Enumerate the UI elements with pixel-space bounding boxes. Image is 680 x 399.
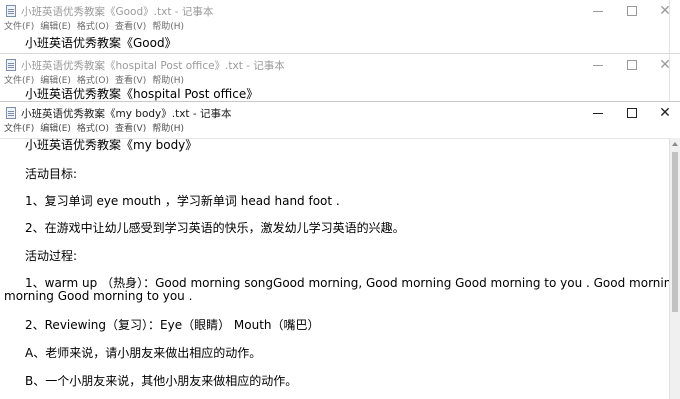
maximize-button[interactable] [615, 54, 649, 76]
doc-line-wrapped: morning Good morning to you . [4, 289, 193, 303]
close-button[interactable]: ✕ [648, 0, 680, 22]
minimize-button[interactable] [581, 102, 615, 124]
doc-line: A、老师来说，请小朋友来做出相应的动作。 [25, 346, 262, 360]
close-button[interactable]: ✕ [648, 102, 680, 124]
scrollbar-thumb[interactable] [672, 152, 678, 312]
title-bar[interactable]: 小班英语优秀教案《my body》.txt - 记事本 ✕ [0, 102, 680, 124]
minimize-icon [593, 10, 603, 12]
title-bar[interactable]: 小班英语优秀教案《hospital Post office》.txt - 记事本… [0, 54, 680, 76]
maximize-button[interactable] [615, 102, 649, 124]
maximize-icon [627, 108, 637, 118]
doc-line: 2、Reviewing（复习）：Eye（眼睛） Mouth（嘴巴） [25, 318, 320, 332]
minimize-icon [593, 112, 603, 114]
scrollbar-edge [669, 0, 670, 53]
maximize-icon [627, 6, 637, 16]
window-title: 小班英语优秀教案《hospital Post office》.txt - 记事本 [21, 60, 285, 72]
maximize-icon [627, 60, 637, 70]
window-title: 小班英语优秀教案《Good》.txt - 记事本 [21, 6, 214, 18]
doc-line: 活动过程: [25, 249, 78, 263]
title-bar[interactable]: 小班英语优秀教案《Good》.txt - 记事本 ✕ [0, 0, 680, 22]
notepad-icon [6, 107, 16, 119]
doc-line: 活动目标: [25, 167, 78, 181]
close-button[interactable]: ✕ [648, 54, 680, 76]
text-line[interactable]: 小班英语优秀教案《Good》 [25, 34, 177, 51]
close-icon: ✕ [659, 105, 671, 121]
notepad-window-my-body[interactable]: 小班英语优秀教案《my body》.txt - 记事本 ✕ 文件(F) 编辑(E… [0, 101, 680, 399]
maximize-button[interactable] [615, 0, 649, 22]
minimize-icon [593, 64, 603, 66]
notepad-icon [6, 59, 16, 71]
scrollbar-edge [669, 54, 670, 101]
window-title: 小班英语优秀教案《my body》.txt - 记事本 [21, 108, 232, 120]
doc-line: B、一个小朋友来说，其他小朋友来做相应的动作。 [25, 374, 298, 388]
scroll-up-icon[interactable] [672, 142, 678, 146]
text-editor[interactable]: 小班英语优秀教案《my body》 活动目标: 1、复习单词 eye mouth… [0, 138, 680, 399]
doc-line: 2、在游戏中让幼儿感受到学习英语的快乐，激发幼儿学习英语的兴趣。 [25, 221, 405, 235]
notepad-window-hospital[interactable]: 小班英语优秀教案《hospital Post office》.txt - 记事本… [0, 53, 680, 101]
doc-title-line: 小班英语优秀教案《my body》 [25, 138, 198, 152]
text-line[interactable]: 小班英语优秀教案《hospital Post office》 [25, 85, 258, 101]
doc-line: 1、复习单词 eye mouth ，学习新单词 head hand foot . [25, 194, 340, 208]
notepad-window-good[interactable]: 小班英语优秀教案《Good》.txt - 记事本 ✕ 文件(F) 编辑(E) 格… [0, 0, 680, 53]
vertical-scrollbar[interactable] [669, 138, 680, 399]
minimize-button[interactable] [581, 54, 615, 76]
minimize-button[interactable] [581, 0, 615, 22]
notepad-icon [6, 5, 16, 17]
